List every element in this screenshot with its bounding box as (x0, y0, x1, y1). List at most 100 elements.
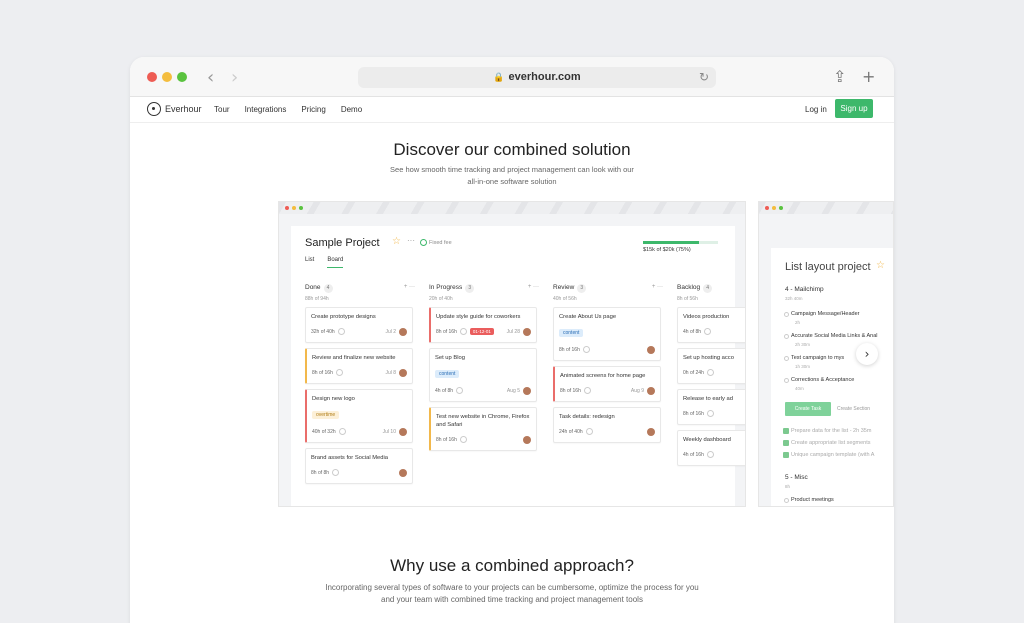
forward-arrow-icon[interactable]: › (231, 67, 238, 88)
assignee-avatar[interactable] (647, 427, 655, 436)
task-time: 8h of 16h (559, 346, 580, 353)
task-card[interactable]: Create About Us page content 8h of 16h (553, 307, 661, 361)
task-card[interactable]: Update style guide for coworkers 8h of 16… (429, 307, 537, 343)
nav-link-pricing[interactable]: Pricing (301, 105, 325, 114)
task-card[interactable]: Set up hosting acco 0h of 24h (677, 348, 745, 384)
assignee-avatar[interactable] (647, 386, 655, 395)
column-count-badge: 3 (577, 284, 587, 293)
checked-icon[interactable] (783, 452, 789, 458)
list-item-label: Product meetings (791, 497, 834, 503)
why-subtitle-line1: Incorporating several types of software … (325, 583, 699, 592)
list-item[interactable]: Product meetings (784, 497, 834, 503)
task-card[interactable]: Test new website in Chrome, Firefox and … (429, 407, 537, 451)
close-window-button[interactable] (147, 72, 157, 82)
list-item-done[interactable]: Unique campaign template (with A (783, 452, 874, 458)
timer-icon[interactable] (459, 436, 467, 443)
more-options-icon[interactable]: ··· (407, 236, 415, 245)
task-time: 4h of 8h (435, 387, 454, 394)
list-item[interactable]: Campaign Message/Header (784, 311, 859, 317)
column-add-icon[interactable]: + ··· (528, 284, 539, 290)
task-card[interactable]: Set up Blog content 4h of 8h Aug 5 (429, 348, 537, 402)
task-title: Release to early ad (683, 396, 733, 402)
create-section-link[interactable]: Create Section (837, 406, 870, 412)
new-tab-icon[interactable]: + (862, 67, 875, 86)
task-meta: 8h of 16h Aug 9 (560, 386, 655, 395)
assignee-avatar[interactable] (399, 468, 407, 477)
everhour-logo[interactable]: Everhour (147, 102, 202, 116)
task-card[interactable]: Weekly dashboard 4h of 16h (677, 430, 745, 466)
timer-icon[interactable] (582, 346, 590, 353)
task-card[interactable]: Design new logo overtime 40h of 32h Jul 10 (305, 389, 413, 443)
tab-list[interactable]: List (305, 257, 314, 268)
tab-board[interactable]: Board (327, 257, 344, 268)
timer-icon[interactable] (456, 387, 464, 394)
timer-icon[interactable] (706, 369, 714, 376)
assignee-avatar[interactable] (399, 327, 407, 336)
timer-icon[interactable] (704, 328, 712, 335)
task-time: 32h of 40h (311, 328, 335, 335)
signup-button[interactable]: Sign up (835, 99, 873, 118)
reload-icon[interactable]: ↻ (699, 67, 709, 88)
budget-text: $15k of $20k (75%) (643, 247, 691, 253)
task-meta: 0h of 24h (683, 368, 745, 377)
timer-icon[interactable] (583, 387, 591, 394)
list-item[interactable]: Corrections & Acceptance (784, 377, 854, 383)
task-check-icon[interactable] (784, 334, 789, 339)
task-check-icon[interactable] (784, 378, 789, 383)
minimize-window-button[interactable] (162, 72, 172, 82)
task-card[interactable]: Brand assets for Social Media 8h of 8h (305, 448, 413, 484)
url-text: everhour.com (508, 71, 581, 83)
task-card[interactable]: Review and finalize new website 8h of 16h… (305, 348, 413, 384)
assignee-avatar[interactable] (523, 386, 531, 395)
login-link[interactable]: Log in (805, 105, 827, 114)
address-bar[interactable]: 🔒 everhour.com ↻ (358, 67, 716, 88)
task-card[interactable]: Release to early ad 8h of 16h (677, 389, 745, 425)
timer-icon[interactable] (337, 328, 345, 335)
assignee-avatar[interactable] (647, 345, 655, 354)
share-icon[interactable]: ⇪ (833, 67, 846, 86)
board-column: Done 4 + ··· 88h of 94h Create prototype des… (305, 284, 415, 489)
timer-icon[interactable] (335, 369, 343, 376)
why-subtitle: Incorporating several types of software … (0, 582, 1024, 606)
nav-link-tour[interactable]: Tour (214, 105, 230, 114)
task-check-icon[interactable] (784, 356, 789, 361)
task-card[interactable]: Task details: redesign 24h of 40h (553, 407, 661, 443)
task-check-icon[interactable] (784, 498, 789, 503)
back-arrow-icon[interactable]: ‹ (207, 67, 214, 88)
checked-icon[interactable] (783, 428, 789, 434)
list-item[interactable]: Accurate Social Media Links & Anal (784, 333, 878, 339)
maximize-window-button[interactable] (177, 72, 187, 82)
timer-icon[interactable] (585, 428, 593, 435)
list-item-done[interactable]: Create appropriate list segments (783, 440, 870, 446)
site-navigation: Everhour Tour Integrations Pricing Demo … (130, 97, 894, 123)
task-check-icon[interactable] (784, 312, 789, 317)
column-header: Review 3 + ··· (553, 284, 663, 294)
list-item[interactable]: Test campaign to mys (784, 355, 844, 361)
column-add-icon[interactable]: + ··· (652, 284, 663, 290)
list-item-done[interactable]: Prepare data for the list - 2h 35m (783, 428, 871, 434)
nav-link-integrations[interactable]: Integrations (245, 105, 287, 114)
create-task-button[interactable]: Create Task (785, 402, 831, 416)
nav-link-demo[interactable]: Demo (341, 105, 362, 114)
carousel-next-button[interactable]: › (856, 343, 878, 365)
assignee-avatar[interactable] (523, 327, 531, 336)
timer-icon[interactable] (706, 410, 714, 417)
timer-icon[interactable] (338, 428, 346, 435)
budget-progress-bar (643, 241, 718, 244)
timer-icon[interactable] (332, 469, 340, 476)
task-card[interactable]: Videos production 4h of 8h (677, 307, 745, 343)
star-icon[interactable]: ☆ (876, 260, 885, 271)
checked-icon[interactable] (783, 440, 789, 446)
task-card[interactable]: Create prototype designs 32h of 40h Jul 2 (305, 307, 413, 343)
assignee-avatar[interactable] (399, 368, 407, 377)
star-icon[interactable]: ☆ (392, 236, 401, 247)
task-card[interactable]: Animated screens for home page 8h of 16h A… (553, 366, 661, 402)
column-title: Review (553, 284, 575, 291)
timer-icon[interactable] (459, 328, 467, 335)
assignee-avatar[interactable] (523, 435, 531, 444)
timer-icon[interactable] (706, 451, 714, 458)
column-add-icon[interactable]: + ··· (404, 284, 415, 290)
task-meta: 8h of 16h Jul 8 (312, 368, 407, 377)
mockup2-green-dot (779, 206, 783, 210)
assignee-avatar[interactable] (399, 427, 407, 436)
